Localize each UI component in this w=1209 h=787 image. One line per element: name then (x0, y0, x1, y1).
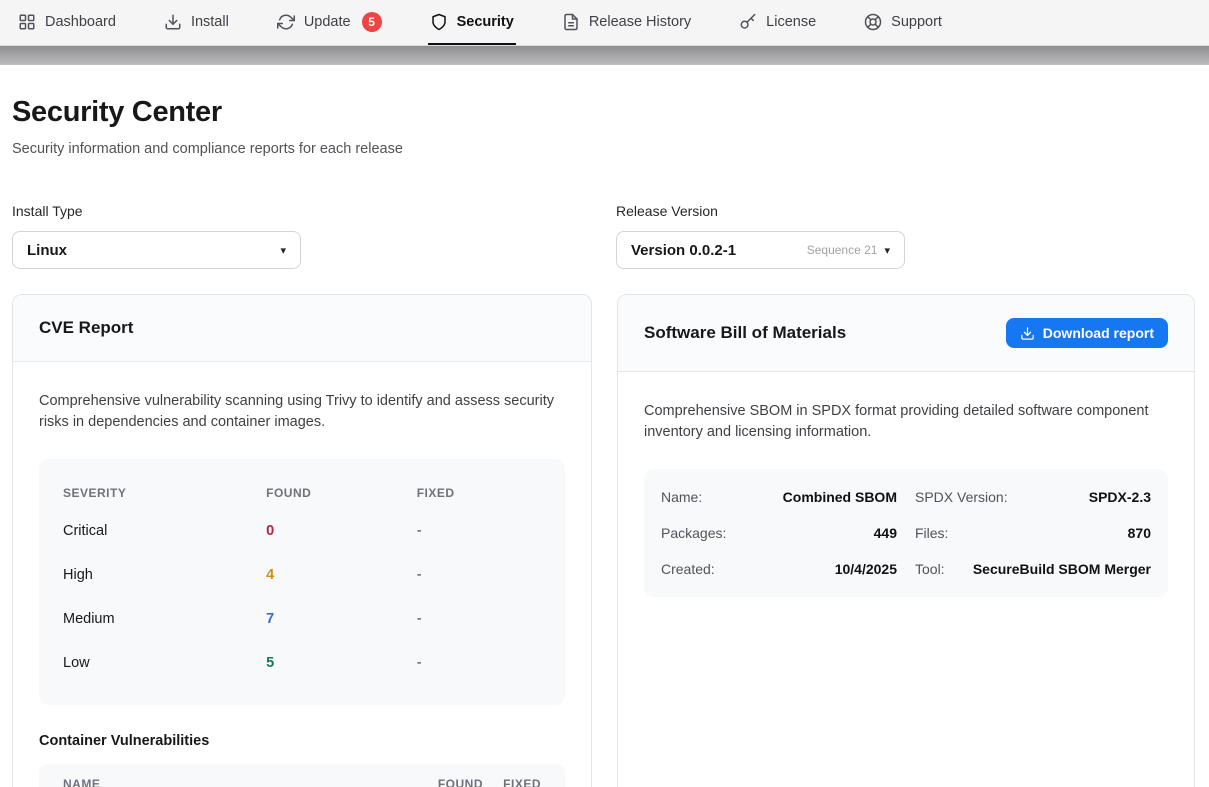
page-subtitle: Security information and compliance repo… (12, 141, 1195, 157)
table-row-high: High 4 - (63, 553, 541, 597)
nav-item-license[interactable]: License (737, 0, 818, 45)
severity-name: Critical (63, 523, 266, 539)
sbom-field-files: Files: 870 (915, 515, 1151, 551)
field-value: 449 (874, 525, 897, 541)
release-version-field: Release Version Version 0.0.2-1 Sequence… (616, 203, 1195, 269)
found-count: 7 (266, 611, 417, 627)
download-icon (1020, 326, 1035, 341)
report-cards: CVE Report Comprehensive vulnerability s… (12, 294, 1195, 787)
fixed-count: - (417, 655, 541, 671)
release-version-right: Sequence 21 ▾ (807, 243, 890, 257)
security-center-page: Security Center Security information and… (0, 65, 1209, 787)
key-icon (739, 13, 757, 31)
found-column-header: Found (266, 486, 417, 500)
sbom-field-created: Created: 10/4/2025 (661, 551, 897, 587)
field-label: Files: (915, 525, 948, 541)
sbom-card: Software Bill of Materials Download repo… (617, 294, 1195, 787)
table-row-critical: Critical 0 - (63, 509, 541, 553)
chevron-down-icon: ▾ (884, 244, 890, 257)
shield-icon (430, 13, 448, 31)
field-value: 10/4/2025 (835, 561, 897, 577)
nav-label-install: Install (191, 14, 229, 30)
table-row-medium: Medium 7 - (63, 597, 541, 641)
field-label: Tool: (915, 561, 945, 577)
sbom-description: Comprehensive SBOM in SPDX format provid… (644, 401, 1168, 443)
field-label: SPDX Version: (915, 489, 1008, 505)
nav-item-support[interactable]: Support (862, 0, 944, 45)
found-count: 5 (266, 655, 417, 671)
severity-column-header: Severity (63, 486, 266, 500)
nav-item-dashboard[interactable]: Dashboard (16, 0, 118, 45)
container-vulnerabilities-table-header: Name Found Fixed (39, 764, 565, 787)
fixed-count: - (417, 611, 541, 627)
field-value: Combined SBOM (783, 489, 897, 505)
fixed-column-header: Fixed (417, 486, 541, 500)
cve-description: Comprehensive vulnerability scanning usi… (39, 391, 565, 433)
life-buoy-icon (864, 13, 882, 31)
install-type-select[interactable]: Linux ▾ (12, 231, 301, 269)
refresh-icon (277, 13, 295, 31)
nav-label-security: Security (457, 14, 514, 30)
cve-card-title: CVE Report (39, 318, 133, 338)
name-column-header: Name (63, 777, 407, 787)
sbom-card-title: Software Bill of Materials (644, 323, 846, 343)
download-report-button[interactable]: Download report (1006, 318, 1168, 348)
nav-label-dashboard: Dashboard (45, 14, 116, 30)
filters-row: Install Type Linux ▾ Release Version Ver… (12, 203, 1195, 269)
nav-item-install[interactable]: Install (162, 0, 231, 45)
sbom-field-tool: Tool: SecureBuild SBOM Merger (915, 551, 1151, 587)
cve-card-header: CVE Report (13, 295, 591, 362)
found-count: 0 (266, 523, 417, 539)
sbom-field-packages: Packages: 449 (661, 515, 897, 551)
found-count: 4 (266, 567, 417, 583)
fixed-count: - (417, 523, 541, 539)
dashboard-grid-icon (18, 13, 36, 31)
sbom-card-header: Software Bill of Materials Download repo… (618, 295, 1194, 372)
cve-card-body: Comprehensive vulnerability scanning usi… (13, 362, 591, 787)
install-type-value: Linux (27, 242, 67, 259)
severity-name: High (63, 567, 266, 583)
severity-table: Severity Found Fixed Critical 0 - High 4… (39, 459, 565, 705)
fixed-column-header: Fixed (483, 777, 541, 787)
content-top-shadow-bar (0, 46, 1209, 65)
download-report-label: Download report (1043, 325, 1154, 341)
nav-label-license: License (766, 14, 816, 30)
sbom-card-body: Comprehensive SBOM in SPDX format provid… (618, 372, 1194, 787)
field-value: 870 (1128, 525, 1151, 541)
table-row-low: Low 5 - (63, 641, 541, 685)
page-title: Security Center (12, 96, 1195, 129)
field-label: Name: (661, 489, 702, 505)
nav-label-release-history: Release History (589, 14, 691, 30)
severity-name: Low (63, 655, 266, 671)
nav-item-security[interactable]: Security (428, 0, 516, 45)
nav-label-update: Update (304, 14, 351, 30)
sbom-field-name: Name: Combined SBOM (661, 479, 897, 515)
field-value: SPDX-2.3 (1089, 489, 1151, 505)
found-column-header: Found (407, 777, 483, 787)
install-type-label: Install Type (12, 203, 591, 219)
field-label: Packages: (661, 525, 726, 541)
release-sequence-label: Sequence 21 (807, 243, 878, 257)
field-value: SecureBuild SBOM Merger (973, 561, 1151, 577)
release-version-value: Version 0.0.2-1 (631, 242, 736, 259)
install-type-field: Install Type Linux ▾ (12, 203, 591, 269)
release-version-select[interactable]: Version 0.0.2-1 Sequence 21 ▾ (616, 231, 905, 269)
chevron-down-icon: ▾ (280, 244, 286, 257)
sbom-field-spdx-version: SPDX Version: SPDX-2.3 (915, 479, 1151, 515)
release-version-label: Release Version (616, 203, 1195, 219)
cve-report-card: CVE Report Comprehensive vulnerability s… (12, 294, 592, 787)
field-label: Created: (661, 561, 715, 577)
nav-item-release-history[interactable]: Release History (560, 0, 693, 45)
download-icon (164, 13, 182, 31)
sbom-details-grid: Name: Combined SBOM SPDX Version: SPDX-2… (644, 469, 1168, 597)
update-count-badge: 5 (362, 12, 382, 32)
nav-item-update[interactable]: Update 5 (275, 0, 384, 45)
top-navigation: Dashboard Install Update 5 Security Rele… (0, 0, 1209, 46)
container-vulnerabilities-title: Container Vulnerabilities (39, 733, 565, 749)
severity-name: Medium (63, 611, 266, 627)
file-text-icon (562, 13, 580, 31)
fixed-count: - (417, 567, 541, 583)
severity-table-header: Severity Found Fixed (63, 477, 541, 509)
nav-label-support: Support (891, 14, 942, 30)
